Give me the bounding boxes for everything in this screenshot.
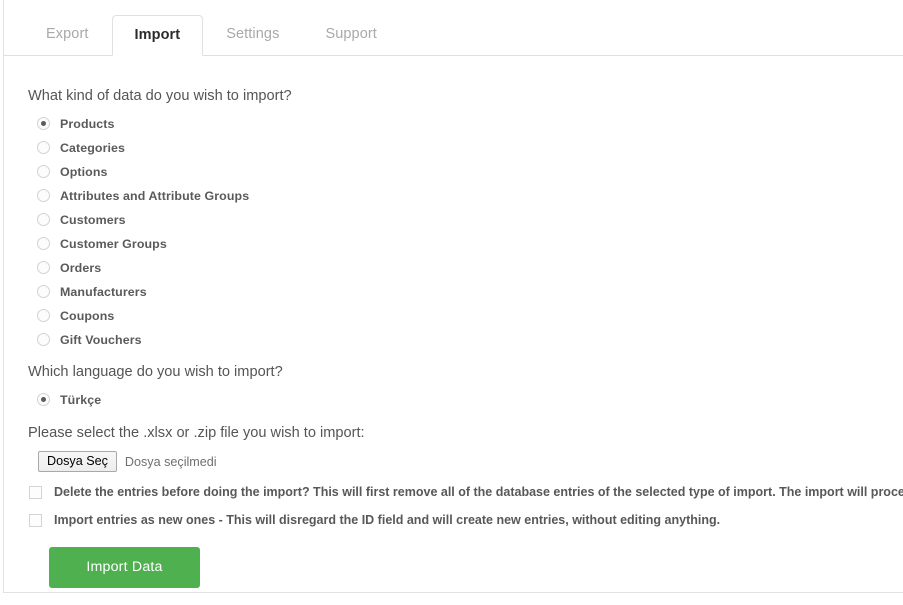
- language-question: Which language do you wish to import?: [28, 363, 903, 382]
- radio-option-categories[interactable]: Categories: [28, 136, 903, 160]
- radio-icon[interactable]: [37, 165, 50, 178]
- tab-support[interactable]: Support: [302, 14, 400, 55]
- radio-option-attributes[interactable]: Attributes and Attribute Groups: [28, 184, 903, 208]
- radio-option-gift-vouchers[interactable]: Gift Vouchers: [28, 328, 903, 352]
- checkbox-label: Delete the entries before doing the impo…: [54, 485, 903, 500]
- radio-icon[interactable]: [37, 393, 50, 406]
- file-question: Please select the .xlsx or .zip file you…: [28, 424, 903, 443]
- checkbox-icon[interactable]: [29, 486, 42, 499]
- import-data-button[interactable]: Import Data: [49, 547, 200, 588]
- radio-icon[interactable]: [37, 189, 50, 202]
- file-input[interactable]: Dosya Seç Dosya seçilmedi: [38, 452, 903, 472]
- radio-label: Categories: [60, 141, 125, 155]
- radio-option-turkce[interactable]: Türkçe: [28, 388, 903, 412]
- radio-label: Attributes and Attribute Groups: [60, 189, 249, 203]
- radio-label: Options: [60, 165, 108, 179]
- radio-option-customer-groups[interactable]: Customer Groups: [28, 232, 903, 256]
- radio-option-coupons[interactable]: Coupons: [28, 304, 903, 328]
- radio-icon[interactable]: [37, 285, 50, 298]
- data-type-radio-group: Products Categories Options Attributes a…: [28, 112, 903, 352]
- radio-option-orders[interactable]: Orders: [28, 256, 903, 280]
- tab-bar: Export Import Settings Support: [4, 0, 903, 56]
- checkbox-label: Import entries as new ones - This will d…: [54, 513, 720, 528]
- radio-label: Türkçe: [60, 393, 101, 407]
- radio-option-products[interactable]: Products: [28, 112, 903, 136]
- file-status-label: Dosya seçilmedi: [125, 455, 217, 469]
- radio-icon[interactable]: [37, 117, 50, 130]
- checkbox-icon[interactable]: [29, 514, 42, 527]
- radio-label: Customers: [60, 213, 126, 227]
- radio-option-customers[interactable]: Customers: [28, 208, 903, 232]
- tab-settings[interactable]: Settings: [203, 14, 302, 55]
- tab-export-label: Export: [46, 26, 89, 42]
- choose-file-button[interactable]: Dosya Seç: [38, 451, 117, 472]
- language-radio-group: Türkçe: [28, 388, 903, 412]
- data-type-question: What kind of data do you wish to import?: [28, 87, 903, 106]
- radio-icon[interactable]: [37, 213, 50, 226]
- import-panel: Export Import Settings Support What kind…: [3, 0, 903, 593]
- radio-label: Products: [60, 117, 115, 131]
- radio-icon[interactable]: [37, 261, 50, 274]
- radio-label: Manufacturers: [60, 285, 147, 299]
- radio-icon[interactable]: [37, 237, 50, 250]
- checkbox-delete-entries[interactable]: Delete the entries before doing the impo…: [28, 485, 903, 500]
- radio-icon[interactable]: [37, 333, 50, 346]
- radio-icon[interactable]: [37, 309, 50, 322]
- radio-label: Gift Vouchers: [60, 333, 142, 347]
- import-form: What kind of data do you wish to import?…: [4, 56, 903, 593]
- tab-import[interactable]: Import: [112, 15, 204, 56]
- tab-import-label: Import: [135, 27, 181, 43]
- radio-icon[interactable]: [37, 141, 50, 154]
- radio-label: Orders: [60, 261, 101, 275]
- tab-support-label: Support: [325, 26, 377, 42]
- checkbox-import-as-new[interactable]: Import entries as new ones - This will d…: [28, 513, 903, 528]
- radio-option-manufacturers[interactable]: Manufacturers: [28, 280, 903, 304]
- radio-label: Customer Groups: [60, 237, 167, 251]
- tab-export[interactable]: Export: [23, 14, 112, 55]
- radio-option-options[interactable]: Options: [28, 160, 903, 184]
- radio-label: Coupons: [60, 309, 114, 323]
- tab-settings-label: Settings: [226, 26, 279, 42]
